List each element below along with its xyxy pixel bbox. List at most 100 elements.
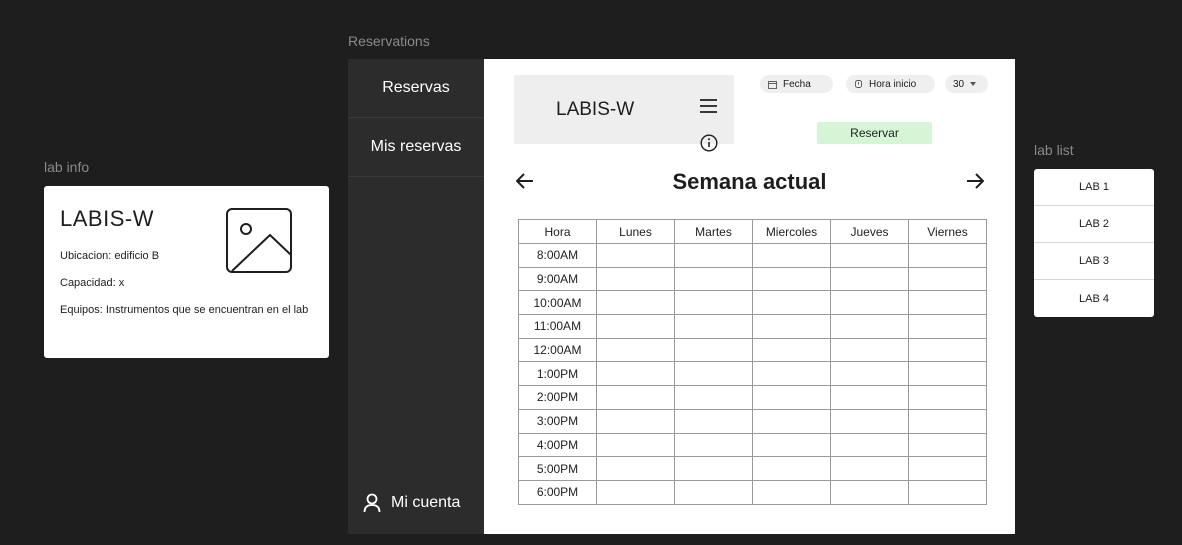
schedule-table: Hora Lunes Martes Miercoles Jueves Viernes 8:… — [518, 219, 987, 505]
schedule-slot-cell[interactable] — [752, 432, 831, 458]
lab-list-item-4[interactable]: LAB 4 — [1034, 280, 1154, 317]
lab-info-frame-label: lab info — [44, 159, 90, 175]
schedule-slot-cell[interactable] — [596, 314, 675, 339]
lab-list: LAB 1 LAB 2 LAB 3 LAB 4 — [1034, 169, 1154, 317]
schedule-slot-cell[interactable] — [830, 432, 909, 458]
schedule-slot-cell[interactable] — [674, 408, 753, 434]
lab-location: Ubicacion: edificio B — [60, 250, 160, 262]
calendar-icon — [768, 80, 777, 89]
start-time-filter[interactable]: Hora inicio — [846, 75, 935, 93]
schedule-header-row: Hora Lunes Martes Miercoles Jueves Viernes — [518, 219, 987, 244]
schedule-slot-cell[interactable] — [596, 243, 675, 268]
schedule-slot-cell[interactable] — [674, 479, 753, 505]
schedule-slot-cell[interactable] — [908, 456, 987, 481]
schedule-slot-cell[interactable] — [674, 243, 753, 268]
schedule-slot-cell[interactable] — [752, 314, 831, 339]
table-row: 6:00PM — [518, 479, 987, 505]
schedule-slot-cell[interactable] — [908, 432, 987, 458]
schedule-slot-cell[interactable] — [674, 290, 753, 316]
duration-value: 30 — [953, 78, 965, 90]
schedule-slot-cell[interactable] — [596, 361, 675, 387]
schedule-slot-cell[interactable] — [752, 337, 831, 363]
header-title: LABIS-W — [556, 99, 635, 120]
schedule-slot-cell[interactable] — [830, 456, 909, 481]
schedule-slot-cell[interactable] — [752, 266, 831, 292]
schedule-slot-cell[interactable] — [752, 361, 831, 387]
table-row: 2:00PM — [518, 385, 987, 410]
schedule-slot-cell[interactable] — [596, 408, 675, 434]
schedule-slot-cell[interactable] — [674, 337, 753, 363]
schedule-slot-cell[interactable] — [752, 456, 831, 481]
schedule-slot-cell[interactable] — [674, 266, 753, 292]
schedule-slot-cell[interactable] — [830, 479, 909, 505]
schedule-slot-cell[interactable] — [674, 314, 753, 339]
arrow-right-icon[interactable] — [966, 173, 984, 189]
schedule-slot-cell[interactable] — [830, 314, 909, 339]
hamburger-menu-icon[interactable] — [700, 99, 717, 113]
lab-list-frame-label: lab list — [1034, 142, 1074, 158]
date-filter-label: Fecha — [783, 78, 811, 90]
schedule-slot-cell[interactable] — [830, 361, 909, 387]
table-row: 11:00AM — [518, 314, 987, 339]
schedule-slot-cell[interactable] — [830, 337, 909, 363]
time-slot-label: 6:00PM — [518, 479, 597, 505]
schedule-slot-cell[interactable] — [908, 361, 987, 387]
schedule-slot-cell[interactable] — [908, 243, 987, 268]
schedule-slot-cell[interactable] — [674, 456, 753, 481]
schedule-slot-cell[interactable] — [830, 408, 909, 434]
time-slot-label: 11:00AM — [518, 314, 597, 339]
schedule-slot-cell[interactable] — [674, 432, 753, 458]
schedule-slot-cell[interactable] — [752, 479, 831, 505]
duration-select[interactable]: 30 — [945, 75, 988, 93]
schedule-slot-cell[interactable] — [752, 408, 831, 434]
schedule-slot-cell[interactable] — [908, 408, 987, 434]
schedule-slot-cell[interactable] — [908, 337, 987, 363]
schedule-body: 8:00AM 9:00AM 10:00AM 11:00AM 12:00AM 1:00PM 2… — [518, 243, 987, 505]
table-row: 3:00PM — [518, 408, 987, 434]
schedule-slot-cell[interactable] — [596, 385, 675, 410]
lab-list-item-3[interactable]: LAB 3 — [1034, 243, 1154, 280]
schedule-slot-cell[interactable] — [596, 337, 675, 363]
schedule-slot-cell[interactable] — [596, 290, 675, 316]
schedule-slot-cell[interactable] — [830, 266, 909, 292]
schedule-slot-cell[interactable] — [830, 243, 909, 268]
schedule-slot-cell[interactable] — [830, 385, 909, 410]
lab-info-title: LABIS-W — [60, 206, 154, 231]
schedule-slot-cell[interactable] — [908, 314, 987, 339]
start-time-filter-label: Hora inicio — [869, 78, 917, 90]
schedule-slot-cell[interactable] — [596, 479, 675, 505]
schedule-column-header: Lunes — [596, 219, 675, 244]
sidebar-item-reservas[interactable]: Reservas — [348, 59, 484, 118]
time-slot-label: 12:00AM — [518, 337, 597, 363]
schedule-column-header: Hora — [518, 219, 597, 244]
schedule-slot-cell[interactable] — [674, 385, 753, 410]
schedule-slot-cell[interactable] — [674, 361, 753, 387]
schedule-slot-cell[interactable] — [596, 432, 675, 458]
schedule-column-header: Viernes — [908, 219, 987, 244]
date-filter[interactable]: Fecha — [760, 75, 833, 93]
schedule-slot-cell[interactable] — [596, 456, 675, 481]
schedule-slot-cell[interactable] — [830, 290, 909, 316]
table-row: 9:00AM — [518, 266, 987, 292]
info-icon[interactable] — [700, 134, 718, 152]
lab-list-item-1[interactable]: LAB 1 — [1034, 169, 1154, 206]
schedule-slot-cell[interactable] — [908, 385, 987, 410]
time-slot-label: 1:00PM — [518, 361, 597, 387]
table-row: 10:00AM — [518, 290, 987, 316]
reserve-button[interactable]: Reservar — [817, 122, 932, 144]
week-title: Semana actual — [672, 169, 827, 194]
lab-list-item-2[interactable]: LAB 2 — [1034, 206, 1154, 243]
table-row: 8:00AM — [518, 243, 987, 268]
account-button[interactable]: Mi cuenta — [348, 491, 484, 515]
account-label: Mi cuenta — [391, 494, 461, 511]
schedule-slot-cell[interactable] — [752, 290, 831, 316]
sidebar-item-mis-reservas[interactable]: Mis reservas — [348, 118, 484, 177]
schedule-slot-cell[interactable] — [908, 290, 987, 316]
schedule-column-header: Miercoles — [752, 219, 831, 244]
time-slot-label: 2:00PM — [518, 385, 597, 410]
schedule-slot-cell[interactable] — [752, 243, 831, 268]
schedule-slot-cell[interactable] — [596, 266, 675, 292]
schedule-slot-cell[interactable] — [908, 266, 987, 292]
schedule-slot-cell[interactable] — [752, 385, 831, 410]
schedule-slot-cell[interactable] — [908, 479, 987, 505]
